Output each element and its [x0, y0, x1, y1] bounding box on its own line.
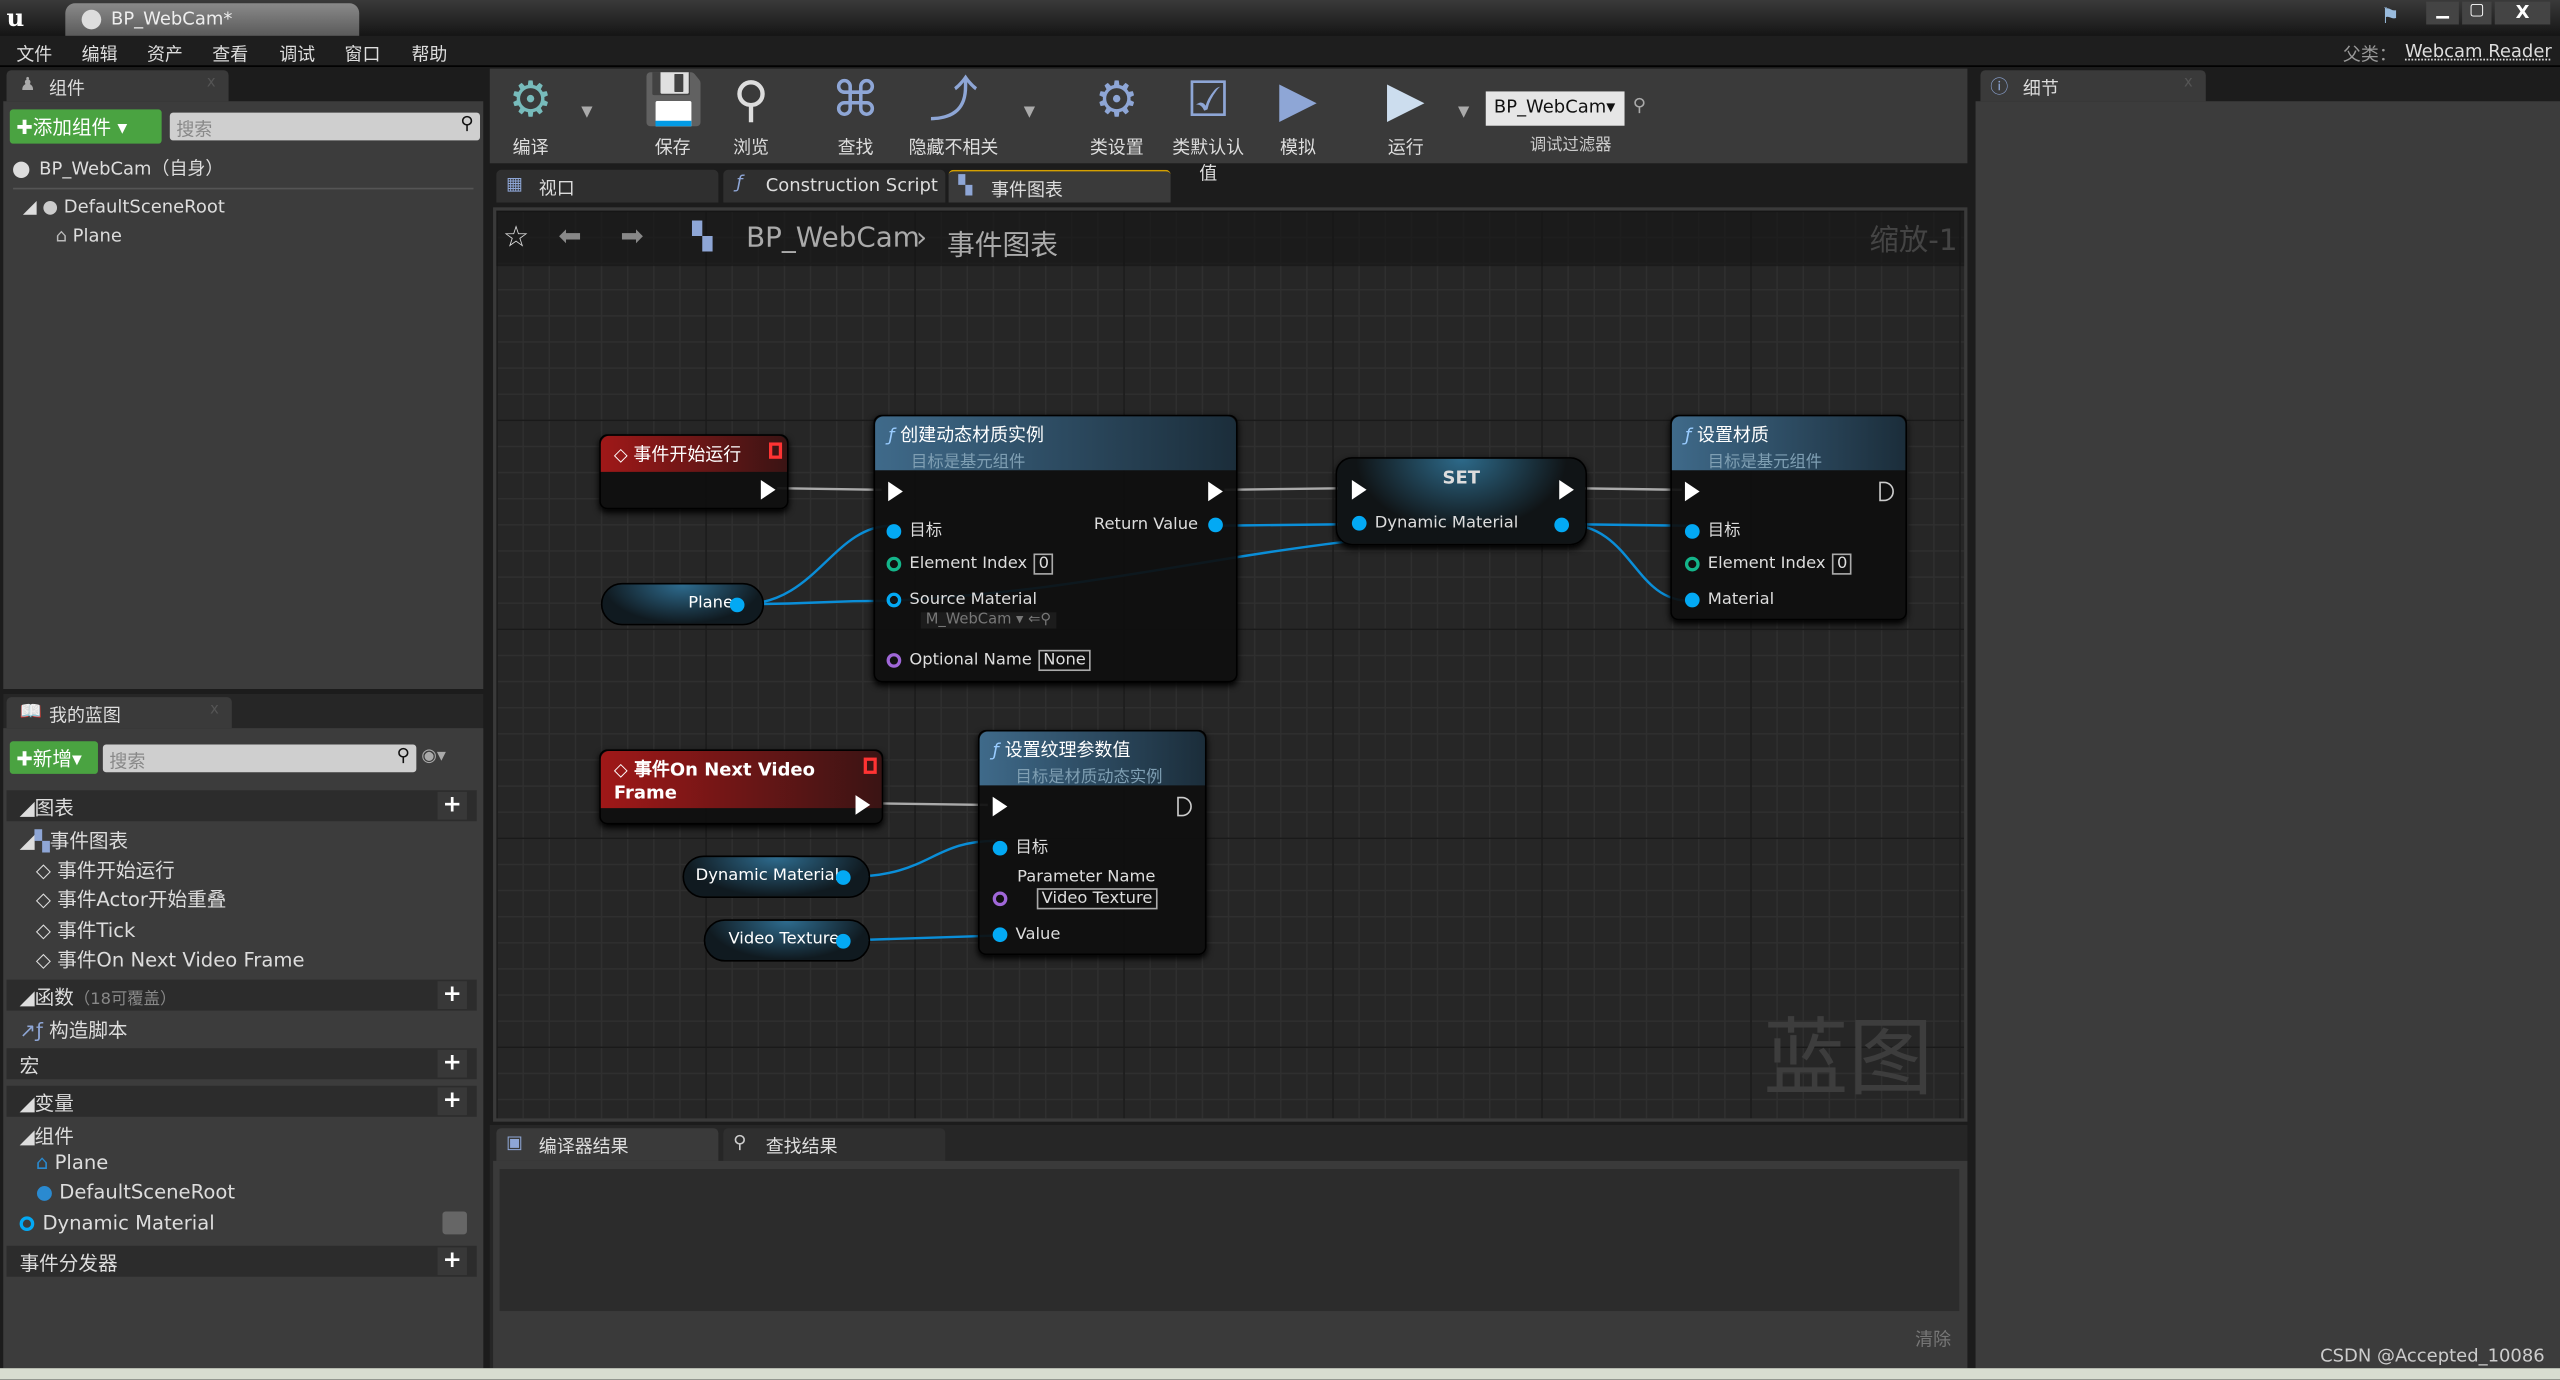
optional-name-input[interactable]: None — [1038, 649, 1091, 672]
exec-in-pin[interactable] — [1684, 481, 1700, 502]
compiler-log — [499, 1169, 1960, 1312]
element-index-pin[interactable]: Element Index 0 — [886, 553, 1054, 575]
search-icon: ⚲ — [733, 1131, 747, 1153]
node-header: ƒ 设置材质目标是基元组件 — [1671, 416, 1906, 472]
output-pin[interactable] — [835, 870, 851, 885]
exec-out-pin[interactable] — [855, 795, 871, 815]
close-tab-icon[interactable]: x — [2184, 75, 2193, 91]
node-title: 设置纹理参数值 — [1004, 739, 1131, 761]
video-texture-variable-node[interactable]: Video Texture — [703, 919, 871, 962]
set-dynamic-material-node[interactable]: SET Dynamic Material — [1335, 457, 1587, 546]
function-icon: ƒ — [888, 424, 895, 446]
value-pin[interactable]: Value — [992, 926, 1060, 944]
exec-in-pin[interactable] — [888, 481, 903, 502]
target-pin[interactable]: 目标 — [992, 833, 1048, 857]
exec-wire — [777, 486, 882, 492]
function-icon: ƒ — [992, 739, 1000, 761]
node-header: ƒ 设置纹理参数值目标是材质动态实例 — [979, 731, 1205, 787]
tab-label: 细节 — [2022, 78, 2059, 100]
data-wire — [742, 524, 892, 606]
plane-variable-node[interactable]: Plane — [600, 582, 765, 626]
delegate-pin[interactable] — [769, 442, 783, 459]
target-pin[interactable]: 目标 — [1684, 516, 1740, 540]
node-subtitle: 目标是材质动态实例 — [1015, 769, 1163, 787]
node-title: SET — [1442, 466, 1480, 489]
dynamic-material-pin[interactable]: Dynamic Material — [1351, 514, 1518, 532]
source-material-pin[interactable]: Source Material — [886, 591, 1037, 609]
exec-wire — [868, 802, 988, 807]
dynamic-material-variable-node[interactable]: Dynamic Material — [682, 855, 871, 898]
element-index-pin[interactable]: Element Index 0 — [1684, 553, 1853, 575]
node-header: ƒ 创建动态材质实例目标是基元组件 — [875, 416, 1236, 472]
node-subtitle: 目标是基元组件 — [1707, 453, 1823, 472]
variable-label: Plane — [688, 594, 734, 613]
element-index-input[interactable]: 0 — [1033, 553, 1054, 575]
dynamic-material-out-pin[interactable] — [1554, 517, 1570, 533]
node-header: ◇ 事件On Next Video Frame — [600, 751, 882, 809]
parameter-name-pin[interactable]: Parameter Name Video Texture — [992, 869, 1158, 910]
node-header: ◇ 事件开始运行 — [600, 435, 787, 472]
node-title: 事件On Next Video Frame — [613, 759, 815, 804]
details-panel — [1975, 101, 2560, 1369]
event-next-video-frame-node[interactable]: ◇ 事件On Next Video Frame — [599, 749, 884, 825]
delegate-pin[interactable] — [863, 757, 877, 774]
event-begin-play-node[interactable]: ◇ 事件开始运行 — [599, 434, 789, 510]
compiler-icon: ▣ — [506, 1131, 524, 1153]
output-pin[interactable] — [835, 933, 851, 949]
function-icon: ƒ — [1684, 424, 1692, 446]
info-icon: ⓘ — [1990, 76, 2009, 98]
exec-out-pin[interactable] — [1208, 481, 1223, 502]
parameter-name-input[interactable]: Video Texture — [1036, 888, 1158, 910]
exec-out-pin[interactable] — [1177, 796, 1192, 817]
tab-label: 查找结果 — [765, 1136, 838, 1158]
bottom-strip — [0, 1368, 2560, 1380]
target-pin[interactable]: 目标 — [886, 516, 942, 540]
output-pin[interactable] — [729, 597, 745, 613]
node-title: 创建动态材质实例 — [900, 424, 1044, 446]
exec-out-pin[interactable] — [760, 480, 776, 500]
exec-out-pin[interactable] — [1879, 481, 1894, 502]
exec-in-pin[interactable] — [992, 796, 1008, 817]
exec-in-pin[interactable] — [1351, 480, 1367, 500]
credit-watermark: CSDN @Accepted_10086 — [2320, 1345, 2545, 1367]
exec-wire — [1570, 486, 1682, 492]
node-subtitle: 目标是基元组件 — [911, 453, 1026, 472]
tab-find-results[interactable]: ⚲ 查找结果 — [723, 1128, 946, 1161]
node-title: 事件开始运行 — [633, 444, 742, 466]
exec-wire — [1224, 486, 1349, 492]
variable-label: Video Texture — [728, 930, 840, 949]
variable-label: Dynamic Material — [695, 866, 840, 885]
create-dynamic-material-node[interactable]: ƒ 创建动态材质实例目标是基元组件 目标 Return Value Elemen… — [873, 414, 1238, 683]
node-title: 设置材质 — [1696, 424, 1769, 446]
tab-compiler-results[interactable]: ▣ 编译器结果 — [496, 1128, 719, 1161]
return-value-pin[interactable]: Return Value — [1094, 516, 1223, 534]
source-material-dropdown[interactable]: M_WebCam ▾ ⇐⚲ — [920, 612, 1057, 629]
exec-out-pin[interactable] — [1559, 480, 1574, 500]
tab-label: 编译器结果 — [538, 1136, 629, 1158]
optional-name-pin[interactable]: Optional Name None — [886, 649, 1091, 672]
clear-button[interactable]: 清除 — [1915, 1326, 1951, 1352]
element-index-input[interactable]: 0 — [1832, 553, 1853, 575]
set-texture-parameter-node[interactable]: ƒ 设置纹理参数值目标是材质动态实例 目标 Parameter Name Vide… — [977, 729, 1207, 956]
set-material-node[interactable]: ƒ 设置材质目标是基元组件 目标 Element Index 0 Material — [1670, 414, 1907, 621]
details-tab[interactable]: ⓘ 细节 x — [1980, 70, 2206, 102]
material-pin[interactable]: Material — [1684, 591, 1774, 609]
